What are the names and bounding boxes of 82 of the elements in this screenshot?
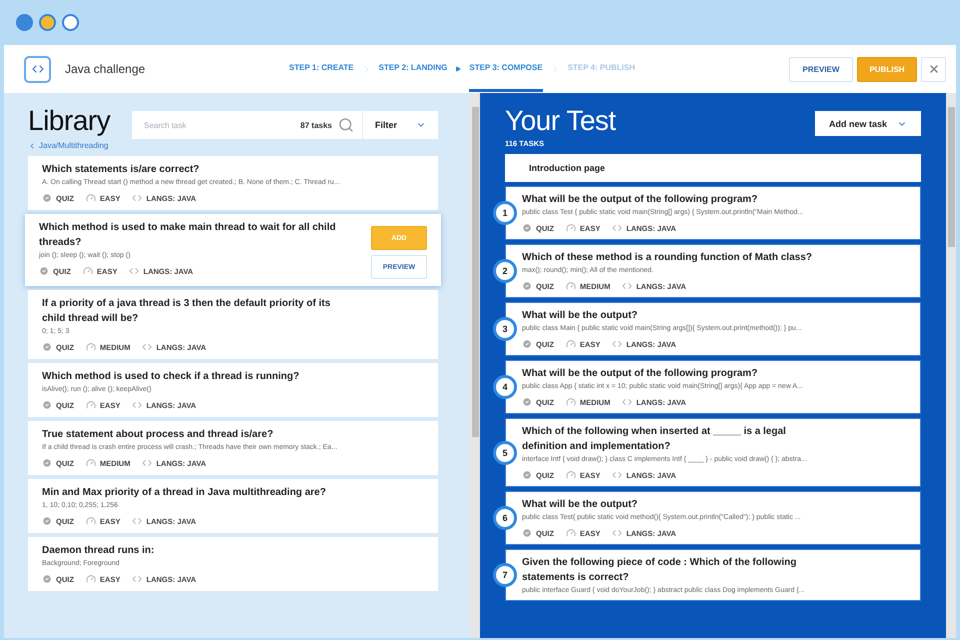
library-heading: Library bbox=[28, 105, 110, 137]
gauge-icon bbox=[566, 281, 576, 291]
window-control[interactable] bbox=[16, 14, 33, 31]
code-icon bbox=[129, 266, 140, 276]
task-title: What will be the output? bbox=[522, 498, 639, 512]
code-icon bbox=[612, 339, 622, 349]
gauge-icon bbox=[566, 339, 576, 349]
check-circle-icon bbox=[522, 281, 532, 291]
gauge-icon bbox=[86, 400, 96, 410]
check-circle-icon bbox=[522, 528, 532, 538]
task-title: Given the following piece of code : Which of the following statements is correct? bbox=[522, 556, 798, 585]
task-title: What will be the output of the following program? bbox=[522, 193, 759, 207]
check-circle-icon bbox=[39, 266, 49, 276]
gauge-icon bbox=[566, 528, 576, 538]
task-number: 3 bbox=[493, 317, 517, 341]
code-icon bbox=[612, 528, 622, 538]
task-title: If a priority of a java thread is 3 then the default priority of its child thread will be? bbox=[42, 297, 332, 326]
task-count: 87 tasks bbox=[300, 120, 332, 130]
check-circle-icon bbox=[522, 397, 532, 407]
gauge-icon bbox=[86, 193, 96, 203]
window-control[interactable] bbox=[39, 14, 56, 31]
gauge-icon bbox=[86, 458, 96, 468]
task-number: 2 bbox=[493, 259, 517, 283]
task-title: What will be the output? bbox=[522, 309, 639, 323]
gauge-icon bbox=[566, 397, 576, 407]
step-tab[interactable]: STEP 2: LANDING bbox=[378, 46, 448, 92]
task-title: Daemon thread runs in: bbox=[42, 544, 156, 558]
code-icon bbox=[622, 397, 632, 407]
check-circle-icon bbox=[42, 458, 52, 468]
gauge-icon bbox=[82, 266, 93, 276]
task-title: What will be the output of the following program? bbox=[522, 367, 759, 381]
gauge-icon bbox=[566, 223, 576, 233]
gauge-icon bbox=[86, 342, 96, 352]
introduction-page-item[interactable]: Introduction page bbox=[505, 154, 921, 182]
scrollbar[interactable] bbox=[946, 93, 956, 638]
check-circle-icon bbox=[522, 470, 532, 480]
check-circle-icon bbox=[522, 339, 532, 349]
task-number: 7 bbox=[493, 563, 517, 587]
task-number: 6 bbox=[493, 506, 517, 530]
code-icon bbox=[622, 281, 632, 291]
check-circle-icon bbox=[42, 574, 52, 584]
task-number: 1 bbox=[493, 201, 517, 225]
code-icon bbox=[142, 458, 152, 468]
task-number: 4 bbox=[493, 375, 517, 399]
add-task-dropdown[interactable]: Add new task bbox=[815, 111, 921, 136]
logo-icon bbox=[24, 56, 51, 82]
code-icon bbox=[142, 342, 152, 352]
scrollbar[interactable] bbox=[470, 93, 480, 638]
check-circle-icon bbox=[42, 400, 52, 410]
check-circle-icon bbox=[42, 342, 52, 352]
breadcrumb-link[interactable]: Java/Multithreading bbox=[28, 141, 438, 150]
gauge-icon bbox=[86, 516, 96, 526]
window-control[interactable] bbox=[62, 14, 79, 31]
close-button[interactable] bbox=[921, 56, 946, 82]
task-title: True statement about process and thread is/are? bbox=[42, 428, 274, 442]
task-title: Which of these method is a rounding function of Math class? bbox=[522, 251, 814, 265]
task-title: Which of the following when inserted at _____ is a legal definition and implementation? bbox=[522, 425, 787, 454]
check-circle-icon bbox=[522, 223, 532, 233]
task-title: Which method is used to make main thread to wait for all child threads? bbox=[39, 221, 337, 250]
search-icon[interactable] bbox=[338, 117, 354, 133]
code-icon bbox=[132, 193, 142, 203]
check-circle-icon bbox=[42, 193, 52, 203]
code-icon bbox=[132, 574, 142, 584]
task-title: Min and Max priority of a thread in Java multithreading are? bbox=[42, 486, 327, 500]
task-title: Which statements is/are correct? bbox=[42, 163, 200, 177]
search-field[interactable]: Search task 87 tasks Filter bbox=[132, 111, 438, 139]
code-icon bbox=[132, 400, 142, 410]
step-tab[interactable]: STEP 1: CREATE bbox=[289, 46, 354, 92]
code-icon bbox=[132, 516, 142, 526]
code-icon bbox=[612, 223, 622, 233]
gauge-icon bbox=[566, 470, 576, 480]
caret-icon bbox=[28, 142, 36, 150]
step-arrow-icon bbox=[455, 66, 462, 72]
task-number: 5 bbox=[493, 440, 517, 464]
code-icon bbox=[612, 470, 622, 480]
task-title: Which method is used to check if a thread is running? bbox=[42, 370, 300, 384]
check-circle-icon bbox=[42, 516, 52, 526]
gauge-icon bbox=[86, 574, 96, 584]
challenge-title: Java challenge bbox=[65, 62, 146, 76]
test-heading: Your Test bbox=[505, 105, 616, 137]
preview-button[interactable]: PREVIEW bbox=[789, 56, 853, 82]
close-icon bbox=[928, 63, 940, 75]
